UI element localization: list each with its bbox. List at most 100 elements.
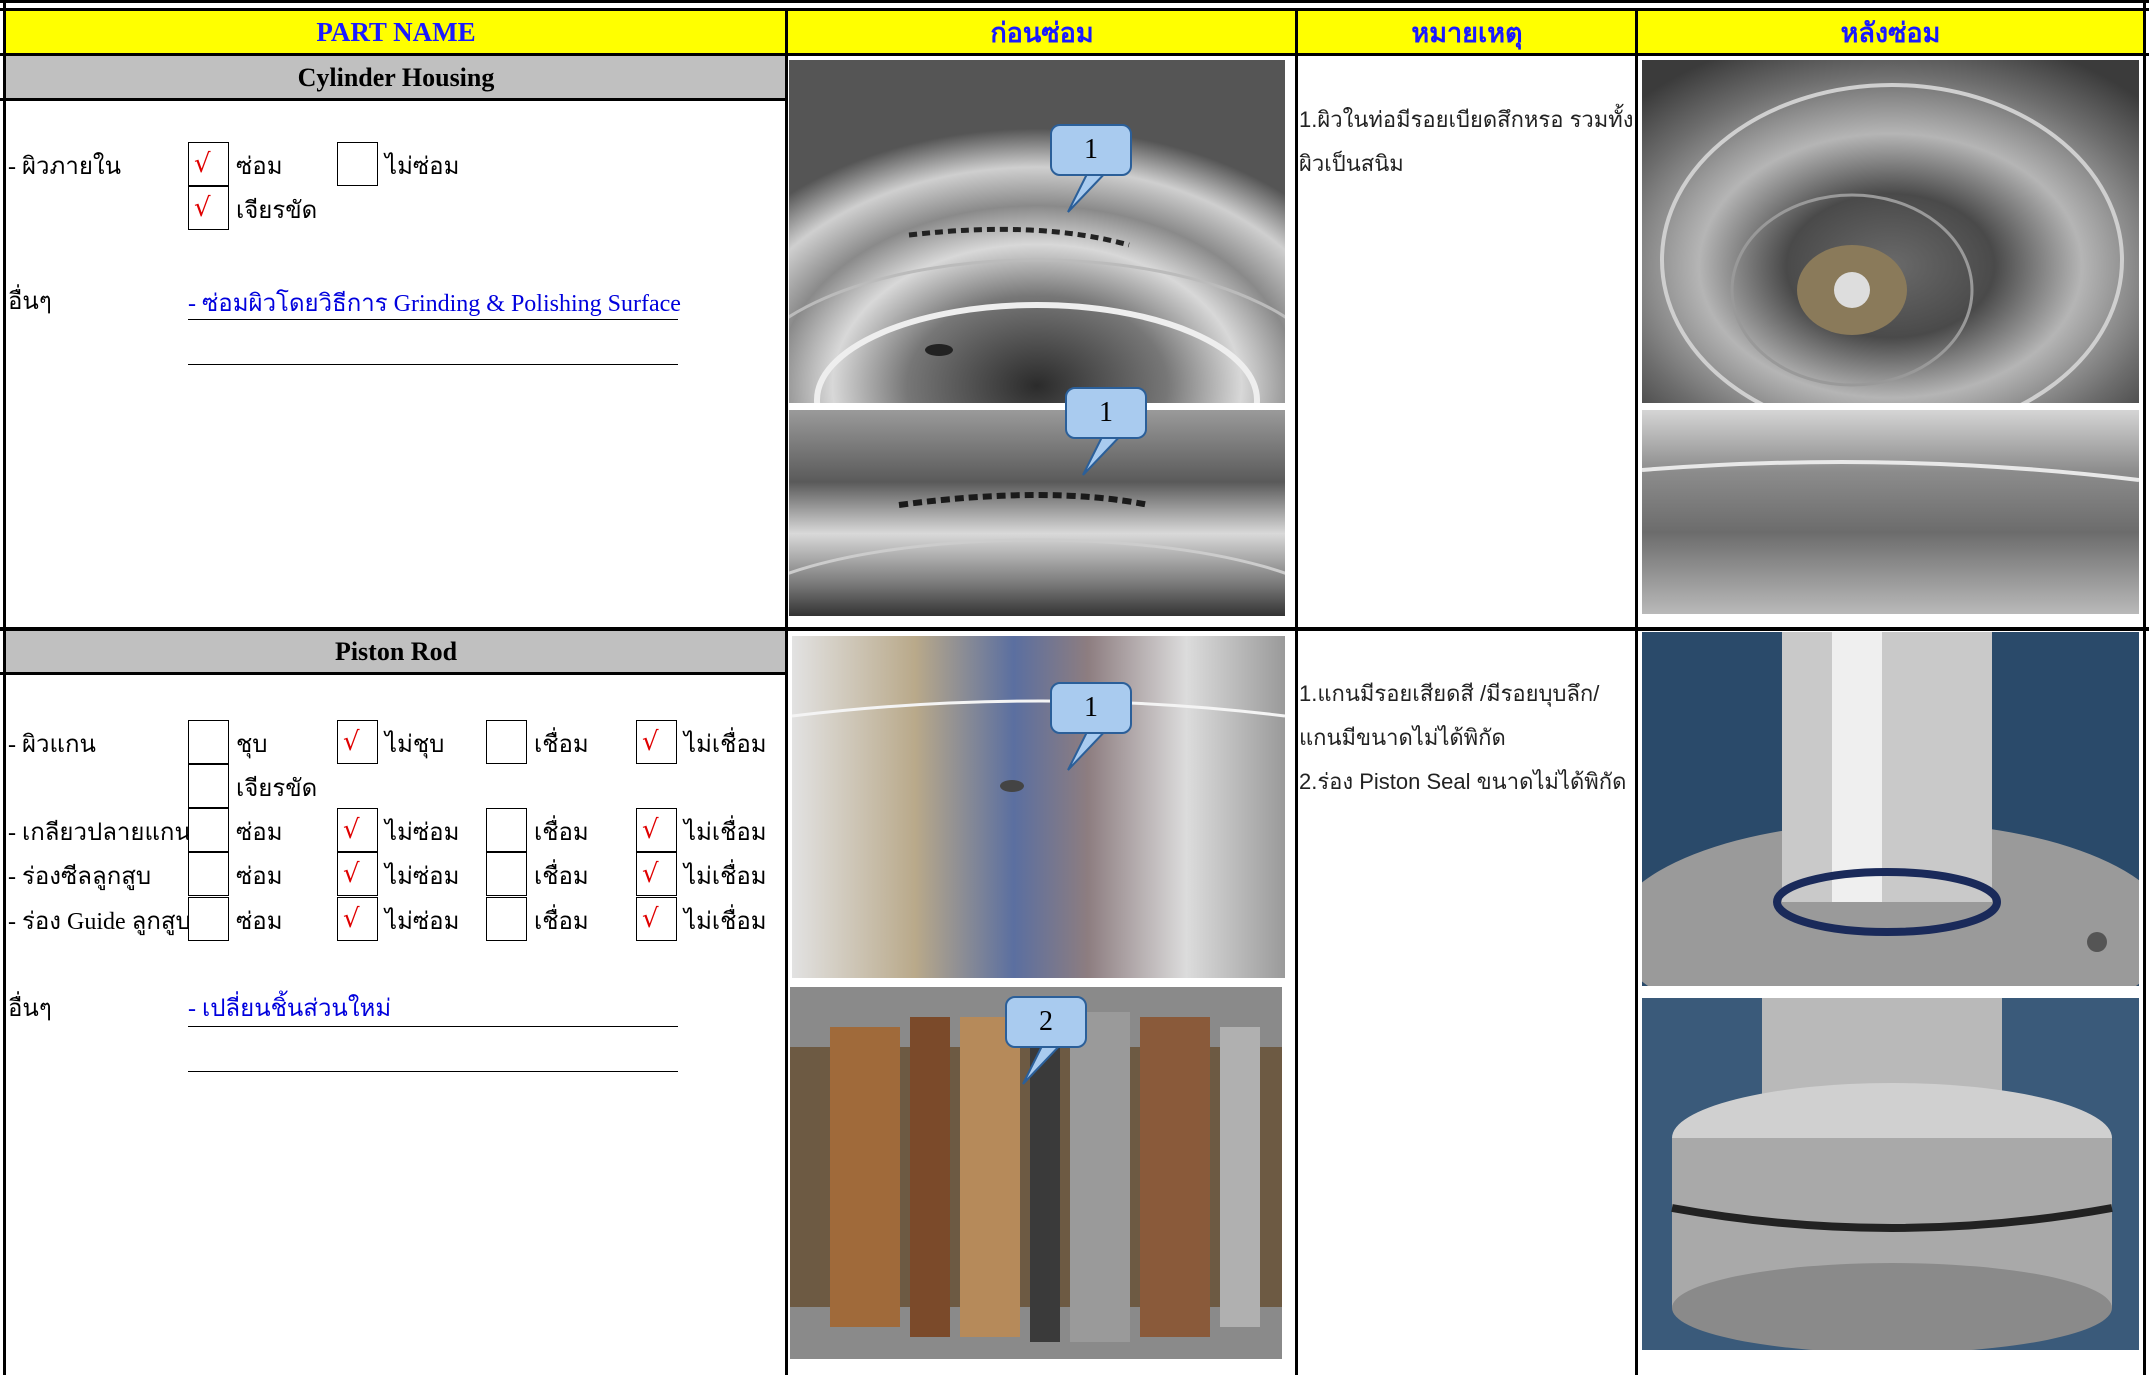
cylinder-remark: 1.ผิวในท่อมีรอยเบียดสึกหรอ รวมทั้ง ผิวเป… — [1299, 98, 1633, 186]
piston-row-label: - เกลียวปลายแกน — [8, 820, 191, 846]
piston-row-2-c2-checkbox[interactable]: √ — [337, 852, 378, 896]
check-mark: √ — [194, 149, 211, 179]
piston-remark-line-2: แกนมีขนาดไม่ได้พิกัด — [1299, 725, 1506, 750]
check-mark: √ — [642, 859, 659, 889]
piston-row-1-c2-checkbox[interactable]: √ — [337, 808, 378, 852]
check-mark: √ — [642, 904, 659, 934]
piston-row-1-c4-label: ไม่เชื่อม — [684, 820, 767, 846]
piston-row-1-c3-checkbox[interactable] — [486, 808, 527, 852]
piston-remark-line-3: 2.ร่อง Piston Seal ขนาดไม่ได้พิกัด — [1299, 769, 1627, 794]
cylinder-polish-checkbox[interactable]: √ — [188, 186, 229, 230]
grid-top — [0, 0, 2149, 3]
cylinder-repair-label: ซ่อม — [236, 154, 283, 180]
piston-remark-line-1: 1.แกนมีรอยเสียดสี /มีรอยบุบลึก/ — [1299, 681, 1600, 706]
grid-h3 — [0, 98, 788, 101]
grid-h1 — [0, 8, 2149, 11]
piston-row-3-c2-checkbox[interactable]: √ — [337, 897, 378, 941]
check-mark: √ — [343, 859, 360, 889]
grid-h5 — [0, 672, 788, 675]
cylinder-title: Cylinder Housing — [297, 62, 495, 92]
callout-rod-1: 1 — [1050, 682, 1170, 792]
piston-row-0-extra-checkbox[interactable] — [188, 764, 229, 808]
check-mark: √ — [642, 815, 659, 845]
cylinder-row-label: - ผิวภายใน — [8, 154, 122, 180]
piston-row-3-c3-label: เชื่อม — [534, 909, 589, 935]
header-remark-text: หมายเหตุ — [1411, 17, 1523, 48]
header-before: ก่อนซ่อม — [788, 10, 1296, 54]
piston-row-0-c1-checkbox[interactable] — [188, 720, 229, 764]
piston-others-underline-1 — [188, 1026, 678, 1027]
cylinder-others-text: - ซ่อมผิวโดยวิธีการ Grinding & Polishing… — [188, 291, 681, 317]
header-before-text: ก่อนซ่อม — [990, 17, 1094, 48]
piston-others-underline-2 — [188, 1071, 678, 1072]
cylinder-after-photo-1 — [1642, 60, 2139, 403]
cylinder-before-photo-1 — [789, 60, 1285, 403]
piston-row-label: - ผิวแกน — [8, 732, 96, 758]
cylinder-norepair-checkbox[interactable] — [337, 142, 378, 186]
piston-row-1-c1-label: ซ่อม — [236, 820, 283, 846]
piston-row-1-c4-checkbox[interactable]: √ — [636, 808, 677, 852]
piston-row-2-c2-label: ไม่ซ่อม — [385, 864, 460, 890]
piston-row-2-c4-label: ไม่เชื่อม — [684, 864, 767, 890]
piston-row-0-c2-label: ไม่ชุบ — [385, 732, 445, 758]
grid-v1 — [785, 8, 788, 1375]
piston-row-label: - ร่อง Guide ลูกสูบ — [8, 909, 191, 935]
piston-row-0-c3-checkbox[interactable] — [486, 720, 527, 764]
piston-row-3-c1-checkbox[interactable] — [188, 897, 229, 941]
piston-title: Piston Rod — [334, 636, 458, 666]
grid-h4 — [0, 627, 2149, 631]
cylinder-polish-label: เจียรขัด — [236, 198, 318, 224]
callout-rod-2: 2 — [1005, 996, 1125, 1106]
piston-row-0-c2-checkbox[interactable]: √ — [337, 720, 378, 764]
piston-row-0-c4-label: ไม่เชื่อม — [684, 732, 767, 758]
piston-row-2-c3-checkbox[interactable] — [486, 852, 527, 896]
piston-others-text: - เปลี่ยนชิ้นส่วนใหม่ — [188, 996, 392, 1022]
cylinder-others-underline-1 — [188, 319, 678, 320]
check-mark: √ — [343, 815, 360, 845]
piston-row-label: - ร่องซีลลูกสูบ — [8, 864, 152, 890]
cylinder-after-photo-2 — [1642, 410, 2139, 614]
check-mark: √ — [343, 904, 360, 934]
piston-row-0-extra-label: เจียรขัด — [236, 776, 318, 802]
piston-row-0-c4-checkbox[interactable]: √ — [636, 720, 677, 764]
cylinder-norepair-label: ไม่ซ่อม — [385, 154, 460, 180]
piston-row-2-c1-label: ซ่อม — [236, 864, 283, 890]
piston-row-3-c4-checkbox[interactable]: √ — [636, 897, 677, 941]
rod-after-photo-2 — [1642, 998, 2139, 1350]
header-after-text: หลังซ่อม — [1840, 17, 1941, 48]
piston-row-1-c3-label: เชื่อม — [534, 820, 589, 846]
piston-row-2-c1-checkbox[interactable] — [188, 852, 229, 896]
grid-v2 — [1295, 8, 1298, 1375]
piston-others-label: อื่นๆ — [8, 996, 52, 1022]
callout-number: 2 — [1005, 996, 1087, 1048]
grid-v0 — [3, 0, 6, 1375]
cylinder-before-photo-2 — [789, 410, 1285, 616]
piston-row-3-c1-label: ซ่อม — [236, 909, 283, 935]
check-mark: √ — [194, 193, 211, 223]
piston-row-0-c1-label: ชุบ — [236, 732, 268, 758]
header-remark: หมายเหตุ — [1298, 10, 1636, 54]
piston-row-3-c3-checkbox[interactable] — [486, 897, 527, 941]
section-title-cylinder: Cylinder Housing — [6, 56, 786, 99]
callout-number: 1 — [1065, 387, 1147, 439]
rod-after-photo-1 — [1642, 632, 2139, 986]
callout-number: 1 — [1050, 682, 1132, 734]
piston-row-3-c2-label: ไม่ซ่อม — [385, 909, 460, 935]
piston-row-1-c1-checkbox[interactable] — [188, 808, 229, 852]
check-mark: √ — [343, 727, 360, 757]
grid-h2 — [0, 53, 2149, 56]
cylinder-remark-line-1: 1.ผิวในท่อมีรอยเบียดสึกหรอ รวมทั้ง — [1299, 107, 1634, 132]
grid-v3 — [1635, 8, 1638, 1375]
header-part-name: PART NAME — [6, 10, 786, 54]
section-title-piston: Piston Rod — [6, 630, 786, 673]
grid-v4 — [2143, 0, 2146, 1375]
callout-number: 1 — [1050, 124, 1132, 176]
cylinder-repair-checkbox[interactable]: √ — [188, 142, 229, 186]
cylinder-remark-line-2: ผิวเป็นสนิม — [1299, 151, 1404, 176]
piston-row-2-c4-checkbox[interactable]: √ — [636, 852, 677, 896]
header-part-name-text: PART NAME — [316, 16, 476, 47]
piston-row-2-c3-label: เชื่อม — [534, 864, 589, 890]
header-after: หลังซ่อม — [1638, 10, 2143, 54]
cylinder-others-label: อื่นๆ — [8, 289, 52, 315]
piston-remark: 1.แกนมีรอยเสียดสี /มีรอยบุบลึก/ แกนมีขนา… — [1299, 672, 1626, 804]
